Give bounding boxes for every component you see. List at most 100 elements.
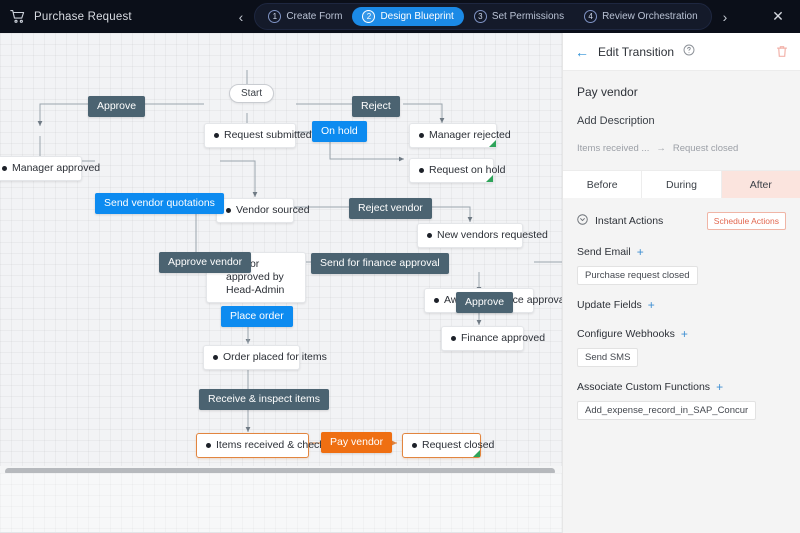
transition-send-vendor-quotations[interactable]: Send vendor quotations	[95, 193, 224, 214]
action-group-update-fields: Update Fields +	[577, 299, 786, 311]
step-number: 2	[362, 10, 375, 23]
tab-before[interactable]: Before	[563, 171, 642, 198]
panel-actions-body: Instant Actions Schedule Actions Send Em…	[563, 198, 800, 528]
action-group-title: Associate Custom Functions	[577, 381, 710, 393]
instant-actions-row: Instant Actions Schedule Actions	[577, 212, 786, 230]
action-group-title: Update Fields	[577, 299, 642, 311]
stepper-next-button[interactable]: ›	[719, 8, 732, 26]
state-dot-icon	[451, 336, 456, 341]
help-circle-icon[interactable]	[683, 43, 695, 61]
canvas-lower-strip	[0, 473, 562, 533]
state-label: Request submitted	[224, 129, 312, 142]
action-group-header: Configure Webhooks +	[577, 328, 786, 340]
edit-transition-panel: ← Edit Transition Pay vendor Add Descrip…	[562, 33, 800, 533]
state-label: Order placed for items	[223, 351, 327, 364]
state-node-new-vendors-requested[interactable]: New vendors requested	[417, 223, 523, 248]
add-custom-function-icon[interactable]: +	[716, 381, 723, 393]
flow-arrow-icon: →	[656, 143, 666, 154]
transition-pay-vendor[interactable]: Pay vendor	[321, 432, 392, 453]
state-label: Manager approved	[12, 162, 100, 175]
add-webhook-icon[interactable]: +	[681, 328, 688, 340]
green-corner-marker-icon	[486, 175, 493, 182]
state-dot-icon	[213, 355, 218, 360]
action-group-title: Send Email	[577, 246, 631, 258]
blueprint-canvas[interactable]: Start Manager approved Request submitted…	[0, 33, 562, 473]
step-number: 3	[474, 10, 487, 23]
transition-summary: Pay vendor Add Description Items receive…	[563, 71, 800, 170]
green-corner-marker-icon	[489, 140, 496, 147]
state-dot-icon	[2, 166, 7, 171]
wizard-stepper: 1 Create Form 2 Design Blueprint 3 Set P…	[254, 3, 711, 30]
action-group-header: Update Fields +	[577, 299, 786, 311]
stepper-prev-button[interactable]: ‹	[235, 8, 248, 26]
state-node-request-on-hold[interactable]: Request on hold	[409, 158, 494, 183]
transition-reject[interactable]: Reject	[352, 96, 400, 117]
step-label: Set Permissions	[492, 11, 564, 22]
action-group-title: Configure Webhooks	[577, 328, 675, 340]
state-label: Request closed	[422, 439, 494, 452]
transition-flow-summary: Items received ... → Request closed	[577, 143, 786, 154]
action-chip-purchase-request-closed[interactable]: Purchase request closed	[577, 266, 698, 285]
node-start[interactable]: Start	[229, 84, 274, 103]
step-label: Create Form	[286, 11, 342, 22]
add-send-email-icon[interactable]: +	[637, 246, 644, 258]
green-corner-marker-icon	[473, 450, 480, 457]
back-arrow-icon[interactable]: ←	[575, 45, 589, 59]
add-update-fields-icon[interactable]: +	[648, 299, 655, 311]
transition-receive-inspect-items[interactable]: Receive & inspect items	[199, 389, 329, 410]
panel-title: Edit Transition	[598, 45, 674, 59]
action-group-configure-webhooks: Configure Webhooks + Send SMS	[577, 328, 786, 367]
state-node-items-received-checked[interactable]: Items received & checked	[196, 433, 309, 458]
state-node-manager-rejected[interactable]: Manager rejected	[409, 123, 497, 148]
transition-on-hold[interactable]: On hold	[312, 121, 367, 142]
transition-send-for-finance-approval[interactable]: Send for finance approval	[311, 253, 449, 274]
step-design-blueprint[interactable]: 2 Design Blueprint	[352, 7, 463, 26]
state-node-finance-approved[interactable]: Finance approved	[441, 326, 524, 351]
step-create-form[interactable]: 1 Create Form	[258, 7, 352, 26]
step-review-orchestration[interactable]: 4 Review Orchestration	[574, 7, 708, 26]
action-group-header: Associate Custom Functions +	[577, 381, 786, 393]
transition-reject-vendor[interactable]: Reject vendor	[349, 198, 432, 219]
state-node-request-submitted[interactable]: Request submitted	[204, 123, 296, 148]
state-label: New vendors requested	[437, 229, 548, 242]
blueprint-builder-screen: Purchase Request ‹ 1 Create Form 2 Desig…	[0, 0, 800, 533]
transition-approve-vendor[interactable]: Approve vendor	[159, 252, 251, 273]
transition-place-order[interactable]: Place order	[221, 306, 293, 327]
action-chip-send-sms[interactable]: Send SMS	[577, 348, 638, 367]
action-group-custom-functions: Associate Custom Functions + Add_expense…	[577, 381, 786, 420]
action-group-send-email: Send Email + Purchase request closed	[577, 246, 786, 285]
state-dot-icon	[427, 233, 432, 238]
state-label: Finance approved	[461, 332, 545, 345]
step-label: Review Orchestration	[602, 11, 698, 22]
trash-icon[interactable]	[776, 45, 788, 58]
top-bar: Purchase Request ‹ 1 Create Form 2 Desig…	[0, 0, 800, 33]
panel-tabs: Before During After	[563, 170, 800, 198]
caret-down-circle-icon[interactable]	[577, 212, 588, 230]
close-button[interactable]: ✕	[756, 8, 800, 25]
state-label: Manager rejected	[429, 129, 511, 142]
state-dot-icon	[214, 133, 219, 138]
tab-during[interactable]: During	[642, 171, 721, 198]
state-dot-icon	[419, 133, 424, 138]
wizard-stepper-container: ‹ 1 Create Form 2 Design Blueprint 3 Set…	[210, 3, 756, 30]
tab-after[interactable]: After	[722, 171, 800, 198]
flow-from-state: Items received ...	[577, 143, 649, 154]
schedule-actions-button[interactable]: Schedule Actions	[707, 212, 786, 230]
state-node-request-closed[interactable]: Request closed	[402, 433, 481, 458]
step-set-permissions[interactable]: 3 Set Permissions	[464, 7, 574, 26]
state-dot-icon	[434, 298, 439, 303]
state-dot-icon	[419, 168, 424, 173]
action-chip-sap-concur-function[interactable]: Add_expense_record_in_SAP_Concur	[577, 401, 756, 420]
flow-to-state: Request closed	[673, 143, 738, 154]
add-description-field[interactable]: Add Description	[577, 115, 786, 127]
state-node-vendor-sourced[interactable]: Vendor sourced	[216, 198, 294, 223]
state-node-manager-approved[interactable]: Manager approved	[0, 156, 82, 181]
transition-approve-finance[interactable]: Approve	[456, 292, 513, 313]
state-dot-icon	[412, 443, 417, 448]
state-label: Items received & checked	[216, 439, 336, 452]
step-number: 1	[268, 10, 281, 23]
state-node-order-placed-for-items[interactable]: Order placed for items	[203, 345, 300, 370]
app-title: Purchase Request	[34, 11, 132, 23]
state-dot-icon	[206, 443, 211, 448]
transition-approve-manager[interactable]: Approve	[88, 96, 145, 117]
